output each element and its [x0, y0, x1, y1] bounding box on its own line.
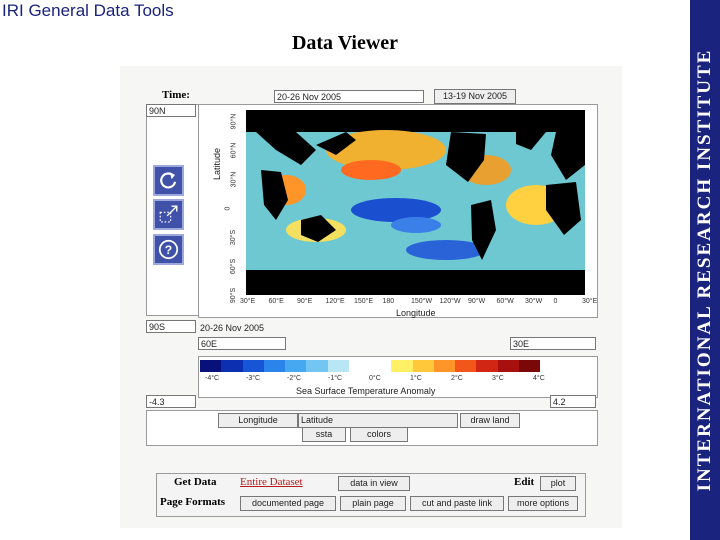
colorbar-tick: 2°C: [451, 375, 463, 382]
lon-left-field[interactable]: 60E: [198, 337, 286, 350]
colorbar-swatch: [433, 360, 455, 372]
x-tick-label: 90°W: [468, 298, 486, 305]
plot-button[interactable]: plot: [540, 476, 576, 491]
time-field[interactable]: 20-26 Nov 2005: [274, 90, 424, 103]
colorbar-tick: 1°C: [410, 375, 422, 382]
plain-page-button[interactable]: plain page: [340, 496, 406, 511]
x-tick-label: 150°W: [411, 298, 433, 305]
lon-right-field[interactable]: 30E: [510, 337, 596, 350]
x-tick-label: 90°E: [297, 298, 313, 305]
colorbar-tick: -3°C: [246, 375, 261, 382]
x-tick-label: 120°E: [325, 298, 345, 305]
colorbar-swatch: [221, 360, 243, 372]
x-axis-label: Longitude: [396, 308, 436, 318]
x-tick-label: 30°W: [525, 298, 543, 305]
date-caption: 20-26 Nov 2005: [200, 323, 265, 333]
side-banner-text: INTERNATIONAL RESEARCH INSTITUTE: [694, 48, 715, 492]
x-tick-label: 150°E: [354, 298, 374, 305]
colorbar-tick: -1°C: [328, 375, 343, 382]
documented-page-button[interactable]: documented page: [240, 496, 336, 511]
lat-top-field[interactable]: 90N: [146, 104, 196, 117]
entire-dataset-link[interactable]: Entire Dataset: [240, 476, 303, 488]
lat-bottom-field[interactable]: 90S: [146, 320, 196, 333]
y-axis-label: Latitude: [212, 147, 222, 180]
y-tick-label: 30°S: [230, 229, 238, 246]
latitude-control[interactable]: Latitude: [298, 413, 458, 428]
x-tick-label: 60°W: [496, 298, 514, 305]
get-data-label: Get Data: [174, 476, 217, 488]
colorbar-swatch: [348, 360, 370, 372]
y-tick-label: 60°N: [230, 142, 238, 159]
y-tick-label: 90°N: [230, 113, 238, 130]
draw-land-control[interactable]: draw land: [460, 413, 520, 428]
colorbar-swatch: [285, 360, 307, 372]
time-label: Time:: [162, 89, 190, 101]
page-formats-label: Page Formats: [160, 496, 226, 508]
app-title: IRI General Data Tools: [2, 1, 174, 20]
colorbar-swatch: [455, 360, 477, 372]
edit-label: Edit: [514, 476, 535, 488]
colorbar-swatch: [412, 360, 434, 372]
slide-title: Data Viewer: [291, 32, 399, 54]
x-tick-label: 30°E: [240, 298, 256, 305]
redraw-icon: [160, 172, 177, 189]
colorbar-swatch: [306, 360, 328, 372]
x-tick-label: 60°E: [268, 298, 284, 305]
min-value-field[interactable]: -4.3: [146, 395, 196, 408]
help-icon: ?: [158, 239, 179, 260]
x-tick-label: 120°W: [439, 298, 461, 305]
redraw-button[interactable]: [153, 165, 184, 196]
colorbar-tick: 3°C: [492, 375, 504, 382]
colorbar-swatch: [391, 360, 413, 372]
y-tick-label: 90°S: [230, 287, 238, 304]
colorbar-swatch: [200, 360, 222, 372]
colorbar-tick: 4°C: [533, 375, 545, 382]
previous-time-button[interactable]: 13-19 Nov 2005: [434, 89, 516, 104]
zoom-box-icon: [159, 205, 178, 223]
zoom-button[interactable]: [153, 199, 184, 230]
colorbar-swatch: [476, 360, 498, 372]
colorbar-swatch: [263, 360, 285, 372]
max-value-field[interactable]: 4.2: [550, 395, 596, 408]
colorbar-swatch: [370, 360, 392, 372]
colorbar-swatch: [327, 360, 349, 372]
x-tick-label: 30°E: [582, 298, 598, 305]
colorbar-tick: 0°C: [369, 375, 381, 382]
colorbar-swatch: [497, 360, 519, 372]
colorbar-swatch: [242, 360, 264, 372]
colorbar-tick: -4°C: [205, 375, 220, 382]
y-tick-label: 60°S: [230, 258, 238, 275]
world-map-graphic: [246, 110, 585, 295]
colorbar-swatch: [518, 360, 540, 372]
data-in-view-button[interactable]: data in view: [338, 476, 410, 491]
ssta-control[interactable]: ssta: [302, 427, 346, 442]
x-tick-label: 180: [382, 298, 395, 305]
y-tick-label: 30°N: [230, 171, 238, 188]
longitude-control[interactable]: Longitude: [218, 413, 298, 428]
more-options-button[interactable]: more options: [508, 496, 578, 511]
help-button[interactable]: ?: [153, 234, 184, 265]
svg-text:?: ?: [165, 243, 172, 257]
colors-control[interactable]: colors: [350, 427, 408, 442]
y-tick-label: 0: [224, 206, 232, 211]
x-tick-label: 0: [553, 298, 558, 305]
cut-and-paste-link-button[interactable]: cut and paste link: [410, 496, 504, 511]
colorbar-label: Sea Surface Temperature Anomaly: [296, 386, 436, 396]
colorbar: [200, 360, 540, 372]
sst-anomaly-map[interactable]: [246, 110, 585, 295]
colorbar-tick: -2°C: [287, 375, 302, 382]
